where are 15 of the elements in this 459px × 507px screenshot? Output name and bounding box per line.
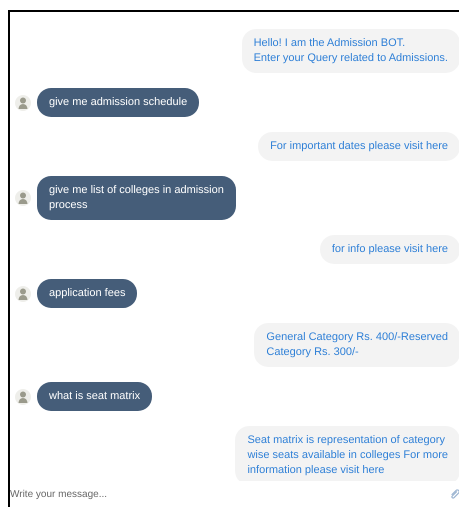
bot-message: Seat matrix is representation of category wise seats available in colleges For more information please visit here — [235, 426, 459, 481]
avatar-icon — [15, 286, 31, 302]
bot-message: Hello! I am the Admission BOT. Enter your Query related to Admissions. — [242, 29, 459, 73]
avatar-icon — [15, 190, 31, 206]
user-message: what is seat matrix — [37, 382, 152, 411]
bot-message: General Category Rs. 400/-Reserved Category Rs. 300/- — [254, 323, 459, 367]
bot-message: for info please visit here — [320, 235, 459, 264]
user-message: give me admission schedule — [37, 88, 200, 117]
user-message: application fees — [37, 279, 138, 308]
user-message: give me list of colleges in admission process — [37, 176, 236, 220]
paperclip-icon[interactable] — [449, 488, 459, 500]
message-input[interactable]: Write your message... — [10, 488, 310, 500]
avatar-icon — [15, 94, 31, 110]
avatar-icon — [15, 388, 31, 404]
bot-message: For important dates please visit here — [258, 132, 459, 161]
